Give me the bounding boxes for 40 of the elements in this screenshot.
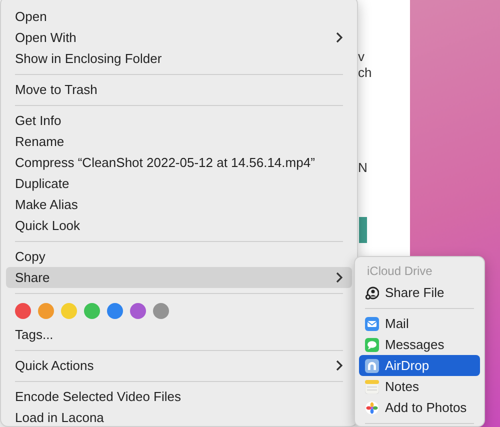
tag-color-dot[interactable] bbox=[107, 303, 123, 319]
text-fragment: v bbox=[358, 48, 364, 66]
button-edge bbox=[359, 217, 367, 243]
menu-item[interactable]: Open bbox=[6, 6, 352, 27]
tag-color-dot[interactable] bbox=[38, 303, 54, 319]
menu-item[interactable]: Rename bbox=[6, 131, 352, 152]
menu-item[interactable]: Share File bbox=[359, 282, 480, 303]
menu-item[interactable]: Encode Selected Video Files bbox=[6, 386, 352, 407]
menu-item[interactable]: Duplicate bbox=[6, 173, 352, 194]
section-header: iCloud Drive bbox=[366, 263, 434, 280]
menu-item[interactable]: Add to Photos bbox=[359, 397, 480, 418]
menu-item[interactable]: Open With bbox=[6, 27, 352, 48]
tag-color-dot[interactable] bbox=[84, 303, 100, 319]
tag-color-dot[interactable] bbox=[15, 303, 31, 319]
mail-icon bbox=[365, 316, 379, 330]
notes-icon bbox=[365, 380, 379, 394]
airdrop-icon bbox=[365, 358, 379, 372]
menu-item[interactable]: Make Alias bbox=[6, 194, 352, 215]
menu-item[interactable]: Move to Trash bbox=[6, 79, 352, 100]
menu-item[interactable]: Compress “CleanShot 2022-05-12 at 14.56.14.mp4” bbox=[6, 152, 352, 173]
menu-item[interactable]: Mail bbox=[359, 313, 480, 334]
messages-icon bbox=[365, 338, 379, 352]
menu-item[interactable]: Share bbox=[6, 267, 352, 288]
text-fragment: N bbox=[358, 159, 368, 177]
photos-icon bbox=[365, 400, 379, 414]
tag-color-dot[interactable] bbox=[61, 303, 77, 319]
menu-item[interactable]: AirDrop bbox=[359, 355, 480, 376]
menu-item[interactable]: Messages bbox=[359, 334, 480, 355]
menu-item[interactable]: Get Info bbox=[6, 110, 352, 131]
menu-item[interactable]: Notes bbox=[359, 376, 480, 397]
menu-item[interactable]: Tags... bbox=[6, 324, 352, 345]
menu-item[interactable]: Copy bbox=[6, 246, 352, 267]
text-fragment: ch bbox=[358, 64, 372, 82]
tag-color-dot[interactable] bbox=[153, 303, 169, 319]
menu-item[interactable]: Quick Actions bbox=[6, 355, 352, 376]
tag-color-dot[interactable] bbox=[130, 303, 146, 319]
menu-item[interactable]: Quick Look bbox=[6, 215, 352, 236]
menu-item[interactable]: Load in Lacona bbox=[6, 407, 352, 426]
menu-item[interactable]: Show in Enclosing Folder bbox=[6, 48, 352, 69]
share-file-icon bbox=[365, 286, 379, 300]
